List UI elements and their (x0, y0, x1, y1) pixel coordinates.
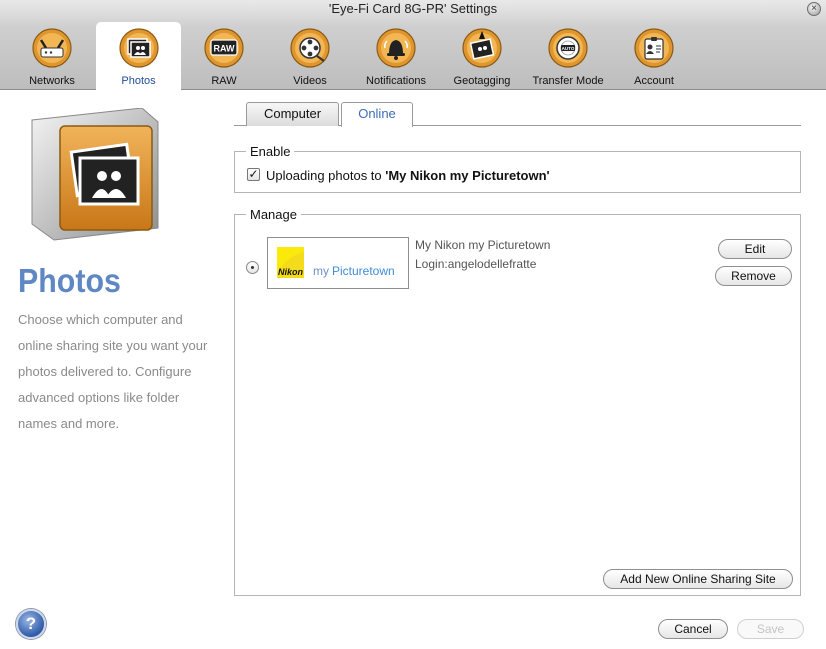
toolbar-label-geotagging: Geotagging (453, 75, 511, 87)
cancel-button[interactable]: Cancel (658, 619, 728, 639)
window-title: 'Eye-Fi Card 8G-PR' Settings (328, 1, 498, 16)
toolbar-label-raw: RAW (211, 75, 237, 87)
mode-dial-text: AUTO (562, 46, 575, 51)
toolbar-item-transfer-mode[interactable]: AUTO Transfer Mode (526, 22, 610, 90)
title-bar: 'Eye-Fi Card 8G-PR' Settings × Networks … (0, 0, 826, 91)
mode-dial-icon: AUTO (548, 28, 588, 68)
logo-brand-text: Nikon (278, 267, 304, 277)
toolbar-label-notifications: Notifications (366, 75, 426, 87)
edit-button[interactable]: Edit (718, 239, 792, 259)
site-login: Login:angelodellefratte (415, 257, 537, 271)
save-button[interactable]: Save (737, 619, 804, 639)
raw-icon: RAW (204, 28, 244, 68)
toolbar-label-networks: Networks (29, 75, 75, 87)
upload-checkbox[interactable]: ✓ (247, 168, 260, 181)
close-button[interactable]: × (807, 2, 821, 16)
geotag-icon (462, 28, 502, 68)
id-badge-icon (634, 28, 674, 68)
site-name: My Nikon my Picturetown (415, 238, 551, 252)
film-reel-icon (290, 28, 330, 68)
toolbar-item-networks[interactable]: Networks (10, 22, 94, 90)
upload-checkbox-label: Uploading photos to 'My Nikon my Picture… (266, 168, 550, 183)
add-site-button[interactable]: Add New Online Sharing Site (603, 569, 793, 589)
toolbar-item-geotagging[interactable]: Geotagging (440, 22, 524, 90)
bell-icon (376, 28, 416, 68)
logo-my-text: my (313, 264, 329, 278)
photos-large-icon (31, 108, 159, 241)
toolbar-label-videos: Videos (293, 75, 327, 87)
help-button[interactable]: ? (16, 609, 46, 639)
enable-legend: Enable (246, 144, 295, 159)
toolbar-label-account: Account (634, 75, 674, 87)
toolbar-item-notifications[interactable]: Notifications (354, 22, 438, 90)
photos-icon (118, 28, 159, 68)
tab-online[interactable]: Online (341, 102, 413, 127)
toolbar-item-photos[interactable]: Photos (96, 22, 181, 91)
site-radio[interactable] (246, 261, 259, 274)
toolbar-item-videos[interactable]: Videos (268, 22, 352, 90)
toolbar-item-raw[interactable]: RAW RAW (182, 22, 266, 90)
upload-label-target: 'My Nikon my Picturetown' (385, 168, 550, 183)
toolbar-label-photos: Photos (121, 75, 156, 87)
toolbar-item-account[interactable]: Account (612, 22, 696, 90)
site-logo: Nikon my Picturetown (267, 237, 409, 289)
picturetown-logo: Nikon my Picturetown (277, 247, 395, 278)
toolbar-label-transfer-mode: Transfer Mode (532, 75, 604, 87)
remove-button[interactable]: Remove (715, 266, 792, 286)
logo-name-text: Picturetown (332, 264, 395, 278)
router-icon (32, 28, 72, 68)
sidebar-description: Choose which computer and online sharing… (18, 312, 208, 431)
tab-computer[interactable]: Computer (246, 102, 339, 126)
upload-label-prefix: Uploading photos to (266, 168, 386, 183)
manage-legend: Manage (246, 207, 301, 222)
sidebar-title: Photos (18, 262, 121, 299)
raw-badge-text: RAW (214, 44, 236, 54)
